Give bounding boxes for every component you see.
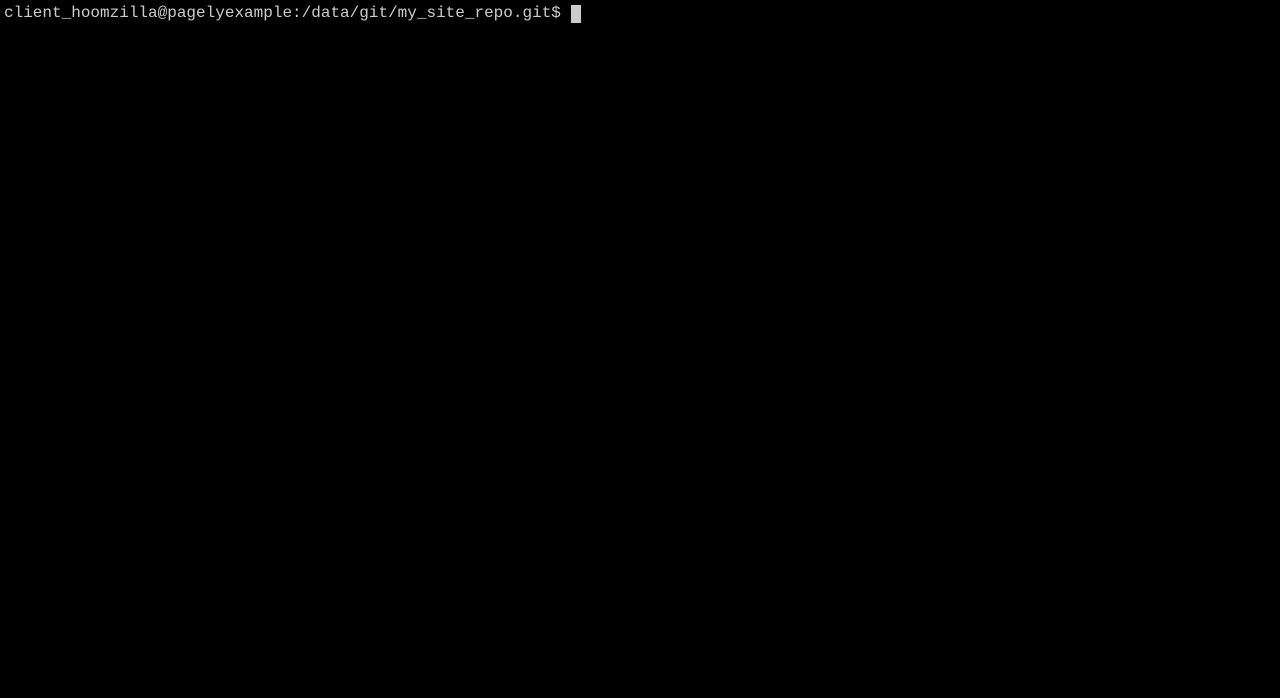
terminal-prompt-line[interactable]: client_hoomzilla@pagelyexample:/data/git… [4, 4, 1276, 23]
cursor-icon [571, 5, 581, 23]
shell-prompt: client_hoomzilla@pagelyexample:/data/git… [4, 4, 561, 23]
